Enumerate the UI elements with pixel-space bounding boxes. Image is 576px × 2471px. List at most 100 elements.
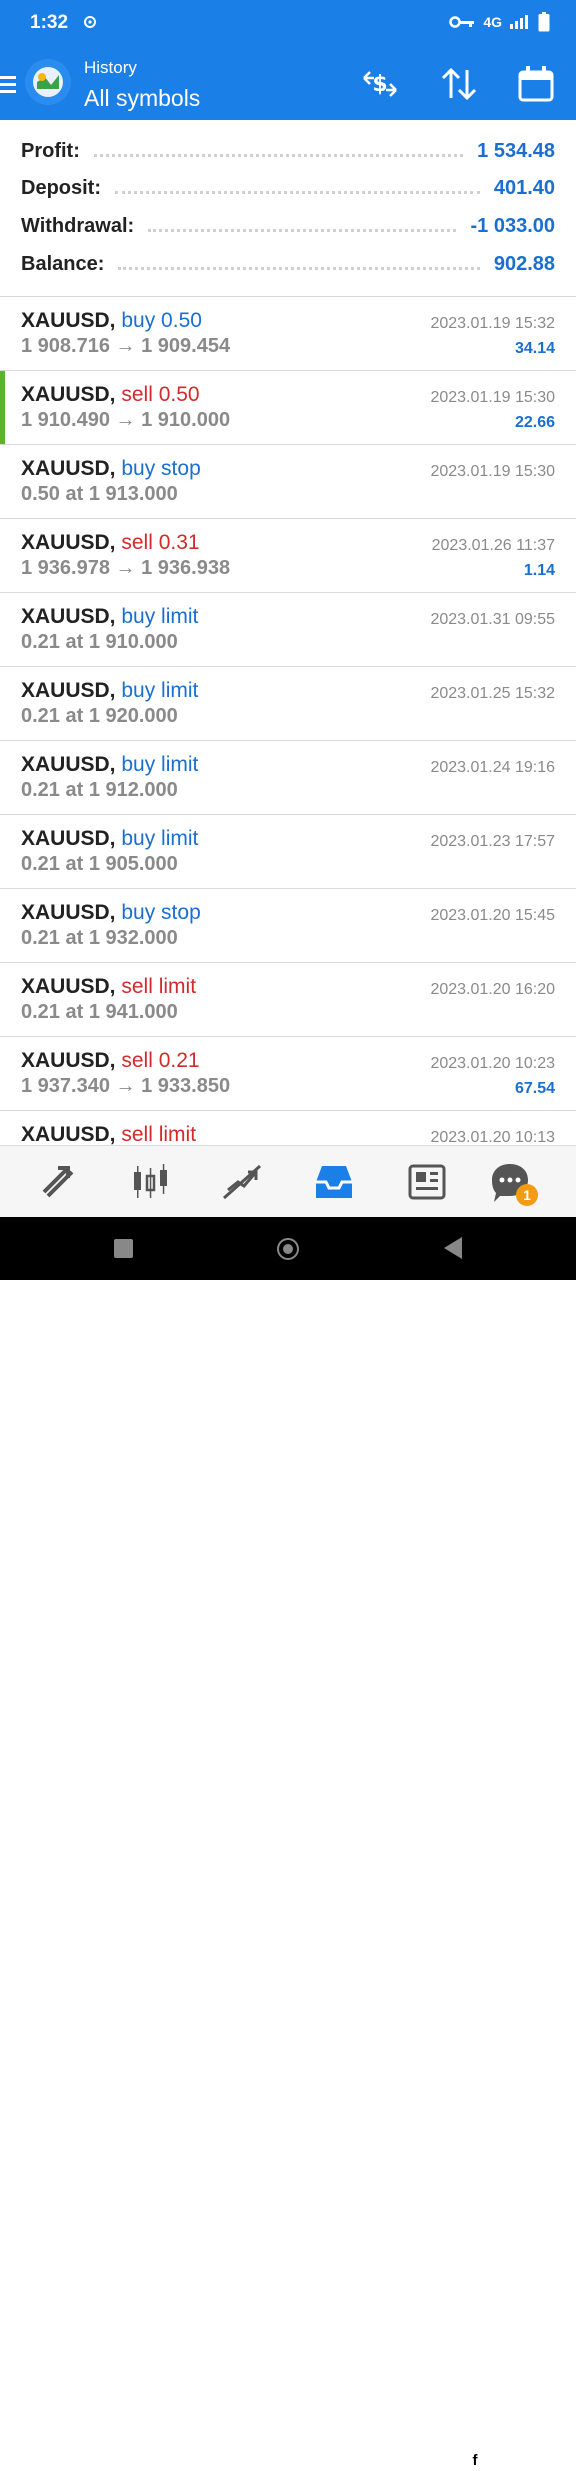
deal-detail: 1 908.716 → 1 909.454 bbox=[21, 335, 231, 357]
watermark-text: @Jotafx bbox=[488, 2449, 558, 2470]
deal-row[interactable]: XAUUSD, buy limit 0.21 at 1 910.000 2023… bbox=[0, 593, 576, 667]
summary-value: 1 534.48 bbox=[477, 139, 555, 162]
deal-symbol: XAUUSD, bbox=[21, 383, 116, 406]
signal-icon bbox=[510, 15, 528, 29]
deal-row[interactable]: XAUUSD, sell 0.21 1 937.340 → 1 933.850 … bbox=[0, 1037, 576, 1111]
vpn-key-icon bbox=[449, 16, 475, 28]
deal-detail: 0.21 at 1 910.000 bbox=[21, 631, 178, 653]
summary-row-deposit: Deposit: 401.40 bbox=[21, 173, 555, 203]
summary-value: 902.88 bbox=[493, 252, 555, 275]
deal-datetime: 2023.01.20 15:45 bbox=[430, 907, 555, 924]
calendar-icon[interactable] bbox=[516, 64, 556, 104]
deal-symbol: XAUUSD, bbox=[21, 975, 116, 998]
deal-action: buy limit bbox=[121, 753, 199, 776]
deal-detail: 0.50 at 1 913.000 bbox=[21, 483, 178, 505]
deal-datetime: 2023.01.20 10:23 bbox=[430, 1055, 555, 1072]
header-subtitle: History bbox=[84, 58, 137, 77]
deal-row[interactable]: XAUUSD, buy stop 0.21 at 1 932.000 2023.… bbox=[0, 889, 576, 963]
summary-row-profit: Profit: 1 534.48 bbox=[21, 136, 555, 166]
deal-symbol: XAUUSD, bbox=[21, 679, 116, 702]
notification-badge: 1 bbox=[516, 1184, 538, 1206]
system-nav-bar: f @Jotafx bbox=[0, 1217, 576, 2470]
deal-detail: 1 910.490 → 1 910.000 bbox=[21, 409, 231, 431]
deal-datetime: 2023.01.20 10:13 bbox=[430, 1129, 555, 1145]
deal-row[interactable]: XAUUSD, sell limit 2023.01.20 10:13 bbox=[0, 1111, 576, 1145]
deal-row[interactable]: XAUUSD, sell limit 0.21 at 1 941.000 202… bbox=[0, 963, 576, 1037]
deal-action: buy limit bbox=[121, 827, 199, 850]
currency-exchange-icon[interactable]: $ bbox=[360, 64, 400, 104]
deal-action: sell limit bbox=[121, 1123, 197, 1145]
settings-gear-icon bbox=[84, 16, 96, 28]
menu-icon[interactable] bbox=[0, 75, 16, 93]
deal-action: sell 0.31 bbox=[121, 531, 200, 554]
summary-label: Withdrawal: bbox=[21, 214, 135, 237]
summary-label: Profit: bbox=[21, 139, 80, 162]
deals-list[interactable]: XAUUSD, buy 0.50 1 908.716 → 1 909.454 2… bbox=[0, 297, 576, 1145]
deal-profit: 67.54 bbox=[514, 1080, 555, 1097]
deal-symbol: XAUUSD, bbox=[21, 1049, 116, 1072]
recents-icon[interactable] bbox=[114, 1239, 133, 1258]
battery-icon bbox=[538, 12, 550, 32]
deal-row[interactable]: XAUUSD, buy 0.50 1 908.716 → 1 909.454 2… bbox=[0, 297, 576, 371]
deal-profit: 22.66 bbox=[514, 414, 555, 431]
deal-detail: 1 936.978 → 1 936.938 bbox=[21, 557, 231, 579]
home-icon[interactable] bbox=[277, 1238, 299, 1260]
deal-datetime: 2023.01.25 15:32 bbox=[430, 685, 555, 702]
deal-action: sell limit bbox=[121, 975, 197, 998]
deal-symbol: XAUUSD, bbox=[21, 1123, 116, 1145]
deal-profit: 34.14 bbox=[514, 340, 555, 357]
bottom-nav: 1 bbox=[0, 1145, 576, 1218]
deal-datetime: 2023.01.26 11:37 bbox=[431, 537, 555, 554]
deal-datetime: 2023.01.20 16:20 bbox=[430, 981, 555, 998]
deal-row[interactable]: XAUUSD, sell 0.31 1 936.978 → 1 936.938 … bbox=[0, 519, 576, 593]
summary-row-balance: Balance: 902.88 bbox=[21, 249, 555, 279]
summary-label: Balance: bbox=[21, 252, 105, 275]
facebook-icon: f bbox=[466, 2451, 484, 2469]
deal-action: buy stop bbox=[121, 901, 201, 924]
deal-detail: 0.21 at 1 912.000 bbox=[21, 779, 178, 801]
deal-action: buy stop bbox=[121, 457, 201, 480]
news-icon[interactable] bbox=[404, 1160, 448, 1204]
deal-profit: 1.14 bbox=[523, 562, 555, 579]
dotted-leader bbox=[93, 153, 464, 157]
quotes-icon[interactable] bbox=[36, 1160, 80, 1204]
trade-icon[interactable] bbox=[220, 1160, 264, 1204]
chart-icon[interactable] bbox=[128, 1160, 172, 1204]
deal-row[interactable]: XAUUSD, buy stop 0.50 at 1 913.000 2023.… bbox=[0, 445, 576, 519]
deal-action: sell 0.50 bbox=[121, 383, 200, 406]
summary-row-withdrawal: Withdrawal: -1 033.00 bbox=[21, 211, 555, 241]
deal-datetime: 2023.01.19 15:30 bbox=[430, 463, 555, 480]
deal-detail: 0.21 at 1 932.000 bbox=[21, 927, 178, 949]
deal-detail: 0.21 at 1 905.000 bbox=[21, 853, 178, 875]
deal-row[interactable]: XAUUSD, buy limit 0.21 at 1 920.000 2023… bbox=[0, 667, 576, 741]
deal-detail: 0.21 at 1 920.000 bbox=[21, 705, 178, 727]
summary-label: Deposit: bbox=[21, 176, 101, 199]
deal-datetime: 2023.01.24 19:16 bbox=[430, 759, 555, 776]
deal-symbol: XAUUSD, bbox=[21, 605, 116, 628]
network-type: 4G bbox=[483, 14, 502, 30]
deal-detail: 0.21 at 1 941.000 bbox=[21, 1001, 178, 1023]
dotted-leader bbox=[118, 266, 480, 270]
deal-row[interactable]: XAUUSD, buy limit 0.21 at 1 912.000 2023… bbox=[0, 741, 576, 815]
deal-action: sell 0.21 bbox=[121, 1049, 200, 1072]
deal-symbol: XAUUSD, bbox=[21, 457, 116, 480]
summary-panel: Profit: 1 534.48 Deposit: 401.40 Withdra… bbox=[0, 120, 576, 297]
deal-action: buy limit bbox=[121, 679, 199, 702]
deal-action: buy limit bbox=[121, 605, 199, 628]
dotted-leader bbox=[148, 228, 457, 232]
back-icon[interactable] bbox=[444, 1237, 462, 1259]
deal-datetime: 2023.01.19 15:30 bbox=[430, 389, 555, 406]
history-icon[interactable] bbox=[312, 1160, 356, 1204]
deal-datetime: 2023.01.19 15:32 bbox=[430, 315, 555, 332]
deal-row[interactable]: XAUUSD, buy limit 0.21 at 1 905.000 2023… bbox=[0, 815, 576, 889]
header-title[interactable]: All symbols bbox=[84, 85, 200, 112]
deal-datetime: 2023.01.23 17:57 bbox=[430, 833, 555, 850]
sort-icon[interactable] bbox=[439, 64, 479, 104]
dotted-leader bbox=[115, 190, 480, 194]
svg-text:$: $ bbox=[372, 72, 387, 97]
deal-row[interactable]: XAUUSD, sell 0.50 1 910.490 → 1 910.000 … bbox=[0, 371, 576, 445]
watermark: f @Jotafx bbox=[466, 2449, 558, 2471]
deal-symbol: XAUUSD, bbox=[21, 827, 116, 850]
messages-button[interactable]: 1 bbox=[488, 1160, 538, 1206]
summary-value: -1 033.00 bbox=[470, 214, 555, 237]
